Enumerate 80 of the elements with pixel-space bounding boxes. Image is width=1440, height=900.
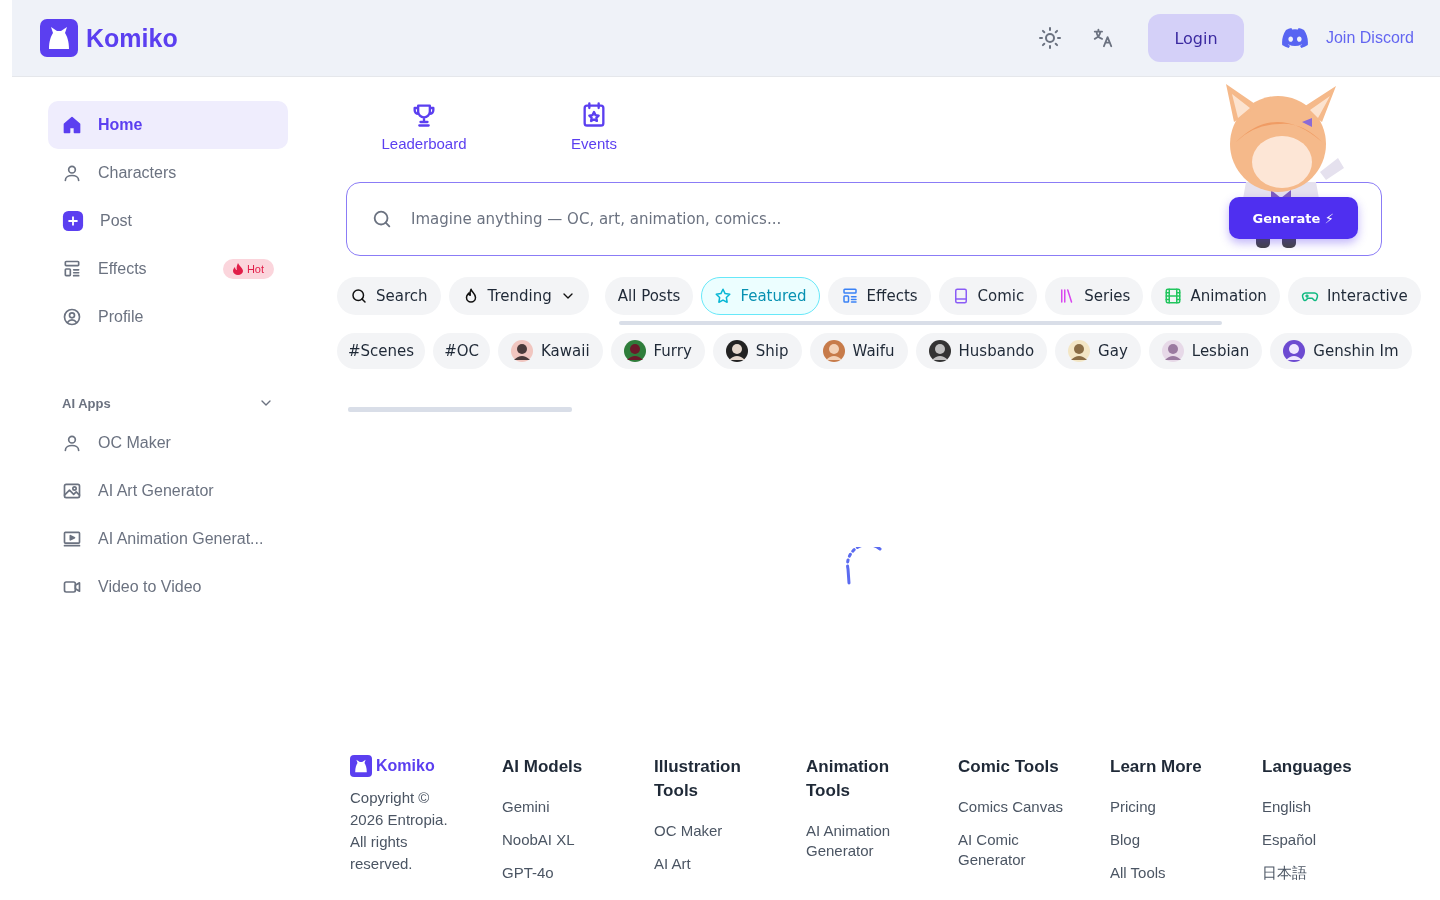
footer-link[interactable]: All Tools	[1110, 863, 1235, 883]
footer-link[interactable]: Pricing	[1110, 797, 1235, 817]
film-icon	[1164, 287, 1183, 305]
sidebar-item[interactable]: Home	[48, 101, 288, 149]
category-chip[interactable]: Series	[1045, 277, 1144, 315]
scrollbar[interactable]	[619, 321, 1222, 325]
footer-link[interactable]: AI Animation Generator	[806, 821, 931, 861]
translate-icon	[1091, 27, 1114, 49]
footer-link[interactable]: NoobAI XL	[502, 830, 627, 850]
person-icon	[62, 163, 82, 183]
hot-badge: Hot	[222, 259, 274, 279]
footer-heading: Comic Tools	[958, 756, 1060, 778]
sidebar-item[interactable]: OC Maker	[48, 419, 288, 467]
login-button[interactable]: Login	[1147, 14, 1244, 62]
logo-icon	[350, 755, 372, 777]
footer-link[interactable]: Comics Canvas	[958, 797, 1083, 817]
copyright-text: Copyright © 2026 Entropia. All rights reserved.	[350, 788, 449, 874]
tag-chip[interactable]: Gay	[1055, 333, 1141, 369]
footer-link[interactable]: OC Maker	[654, 821, 779, 841]
discord-icon	[1281, 28, 1308, 48]
user-circle-icon	[62, 307, 82, 327]
search-icon	[350, 287, 368, 305]
footer-heading: Languages	[1262, 756, 1353, 778]
footer-link[interactable]: Español	[1262, 830, 1387, 850]
sidebar-item[interactable]: AI Animation Generat...	[48, 515, 288, 563]
tag-chip[interactable]: Husbando	[915, 333, 1048, 369]
discord-link[interactable]: Join Discord	[1281, 28, 1414, 48]
footer-link[interactable]: 日本語	[1262, 863, 1387, 883]
star-icon	[714, 287, 733, 305]
sidebar-item[interactable]: Characters	[48, 149, 288, 197]
logo-text: Komiko	[376, 757, 435, 775]
footer-link[interactable]: English	[1262, 797, 1387, 817]
sidebar-item[interactable]: Profile	[48, 293, 288, 341]
prompt-field[interactable]: Imagine anything — OC, art, animation, comics...	[409, 209, 1201, 229]
tag-chip[interactable]: #OC	[433, 333, 490, 369]
layout-icon	[840, 287, 859, 305]
sidebar-item[interactable]: Video to Video	[48, 563, 288, 611]
screen-play-icon	[62, 529, 82, 549]
plus-icon	[62, 210, 84, 232]
tag-chip[interactable]: Lesbian	[1148, 333, 1263, 369]
sidebar-item[interactable]: Effects Hot	[48, 245, 288, 293]
footer-heading: Illustration Tools	[654, 756, 742, 802]
section-title: AI Apps	[62, 395, 111, 411]
footer-link[interactable]: AI Art	[654, 854, 779, 874]
search-chip[interactable]: Search	[337, 277, 441, 315]
layout-icon	[62, 259, 82, 279]
scrollbar[interactable]	[348, 407, 572, 412]
footer-link[interactable]: GPT-4o	[502, 863, 627, 883]
logo-text: Komiko	[86, 23, 178, 53]
tag-chip[interactable]: Waifu	[809, 333, 908, 369]
logo-icon	[40, 19, 78, 57]
footer-heading: Learn More	[1110, 756, 1203, 778]
footer-link[interactable]: Gemini	[502, 797, 627, 817]
footer-link[interactable]: Blog	[1110, 830, 1235, 850]
sun-icon	[1037, 26, 1062, 50]
category-chip[interactable]: Effects	[827, 277, 931, 315]
quick-link[interactable]: Events	[534, 101, 654, 152]
category-chip[interactable]: Animation	[1151, 277, 1280, 315]
tag-chip[interactable]: Kawaii	[498, 333, 603, 369]
quick-link[interactable]: Leaderboard	[364, 101, 484, 152]
footer-link[interactable]: AI Comic Generator	[958, 830, 1083, 870]
category-chip[interactable]: All Posts	[604, 277, 694, 315]
search-icon	[371, 208, 393, 230]
generate-button[interactable]: Generate ⚡	[1228, 197, 1358, 239]
tag-chip[interactable]: Ship	[712, 333, 802, 369]
home-icon	[62, 115, 82, 135]
category-chip[interactable]: Comic	[938, 277, 1038, 315]
loading-spinner	[846, 547, 882, 585]
category-chip[interactable]: Interactive	[1287, 277, 1421, 315]
sidebar-item[interactable]: AI Art Generator	[48, 467, 288, 515]
tag-chip[interactable]: Furry	[610, 333, 705, 369]
category-chip[interactable]: Featured	[701, 277, 820, 315]
footer-heading: AI Models	[502, 756, 584, 778]
tag-chip[interactable]: #Scenes	[337, 333, 426, 369]
image-icon	[62, 481, 82, 501]
sidebar-item[interactable]: Post	[48, 197, 288, 245]
sort-dropdown[interactable]: Trending	[448, 277, 589, 315]
footer-heading: Animation Tools	[806, 756, 891, 802]
tag-chip[interactable]: Genshin Im	[1270, 333, 1412, 369]
person-icon	[62, 433, 82, 453]
